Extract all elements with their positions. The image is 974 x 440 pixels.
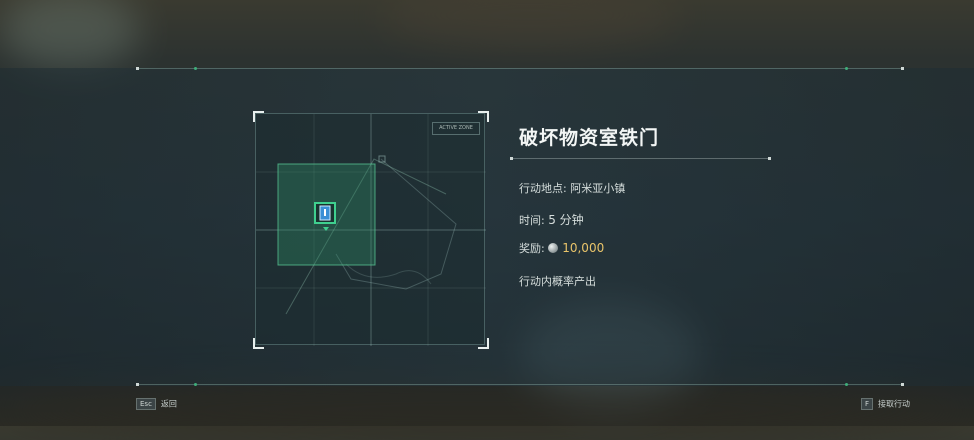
time-value: 5 分钟 xyxy=(548,213,584,227)
frame-dot xyxy=(845,383,848,386)
coin-icon xyxy=(548,243,559,253)
esc-key-icon: Esc xyxy=(136,398,156,410)
map-corner xyxy=(253,111,264,122)
background-blur xyxy=(0,0,140,70)
map-corner-tag: ACTIVE ZONE xyxy=(432,122,480,135)
frame-bottom-line xyxy=(137,384,903,385)
frame-end xyxy=(136,383,139,386)
accept-label: 接取行动 xyxy=(878,399,911,409)
back-hint[interactable]: Esc 返回 xyxy=(136,398,177,410)
reward-value: 10,000 xyxy=(562,241,605,255)
background-blur xyxy=(380,0,680,50)
location-label: 行动地点: xyxy=(519,182,567,195)
frame-end xyxy=(901,67,904,70)
objective-pointer-icon xyxy=(323,227,329,231)
reward-label: 奖励: xyxy=(519,242,545,255)
mission-map[interactable]: ACTIVE ZONE xyxy=(255,113,486,346)
mission-title: 破坏物资室铁门 xyxy=(519,127,660,149)
map-grid xyxy=(256,114,486,346)
frame-end xyxy=(136,67,139,70)
mission-time: 时间: 5 分钟 xyxy=(519,211,584,228)
map-corner xyxy=(478,111,489,122)
title-divider xyxy=(510,157,771,160)
mission-location: 行动地点: 阿米亚小镇 xyxy=(519,180,625,196)
frame-dot xyxy=(194,383,197,386)
background-blur xyxy=(0,380,974,440)
f-key-icon: F xyxy=(861,398,874,410)
frame-end xyxy=(901,383,904,386)
objective-marker[interactable] xyxy=(314,202,336,224)
frame-dot xyxy=(845,67,848,70)
accept-mission-hint[interactable]: F 接取行动 xyxy=(861,398,910,410)
frame-dot xyxy=(194,67,197,70)
time-label: 时间: xyxy=(519,214,545,227)
location-value: 阿米亚小镇 xyxy=(570,182,626,195)
map-corner xyxy=(253,338,264,349)
objective-door-icon xyxy=(319,205,331,221)
mission-reward: 奖励: 10,000 xyxy=(519,240,604,256)
back-label: 返回 xyxy=(160,399,177,409)
mission-note: 行动内概率产出 xyxy=(519,275,596,288)
frame-top-line xyxy=(137,68,903,69)
map-corner xyxy=(478,338,489,349)
